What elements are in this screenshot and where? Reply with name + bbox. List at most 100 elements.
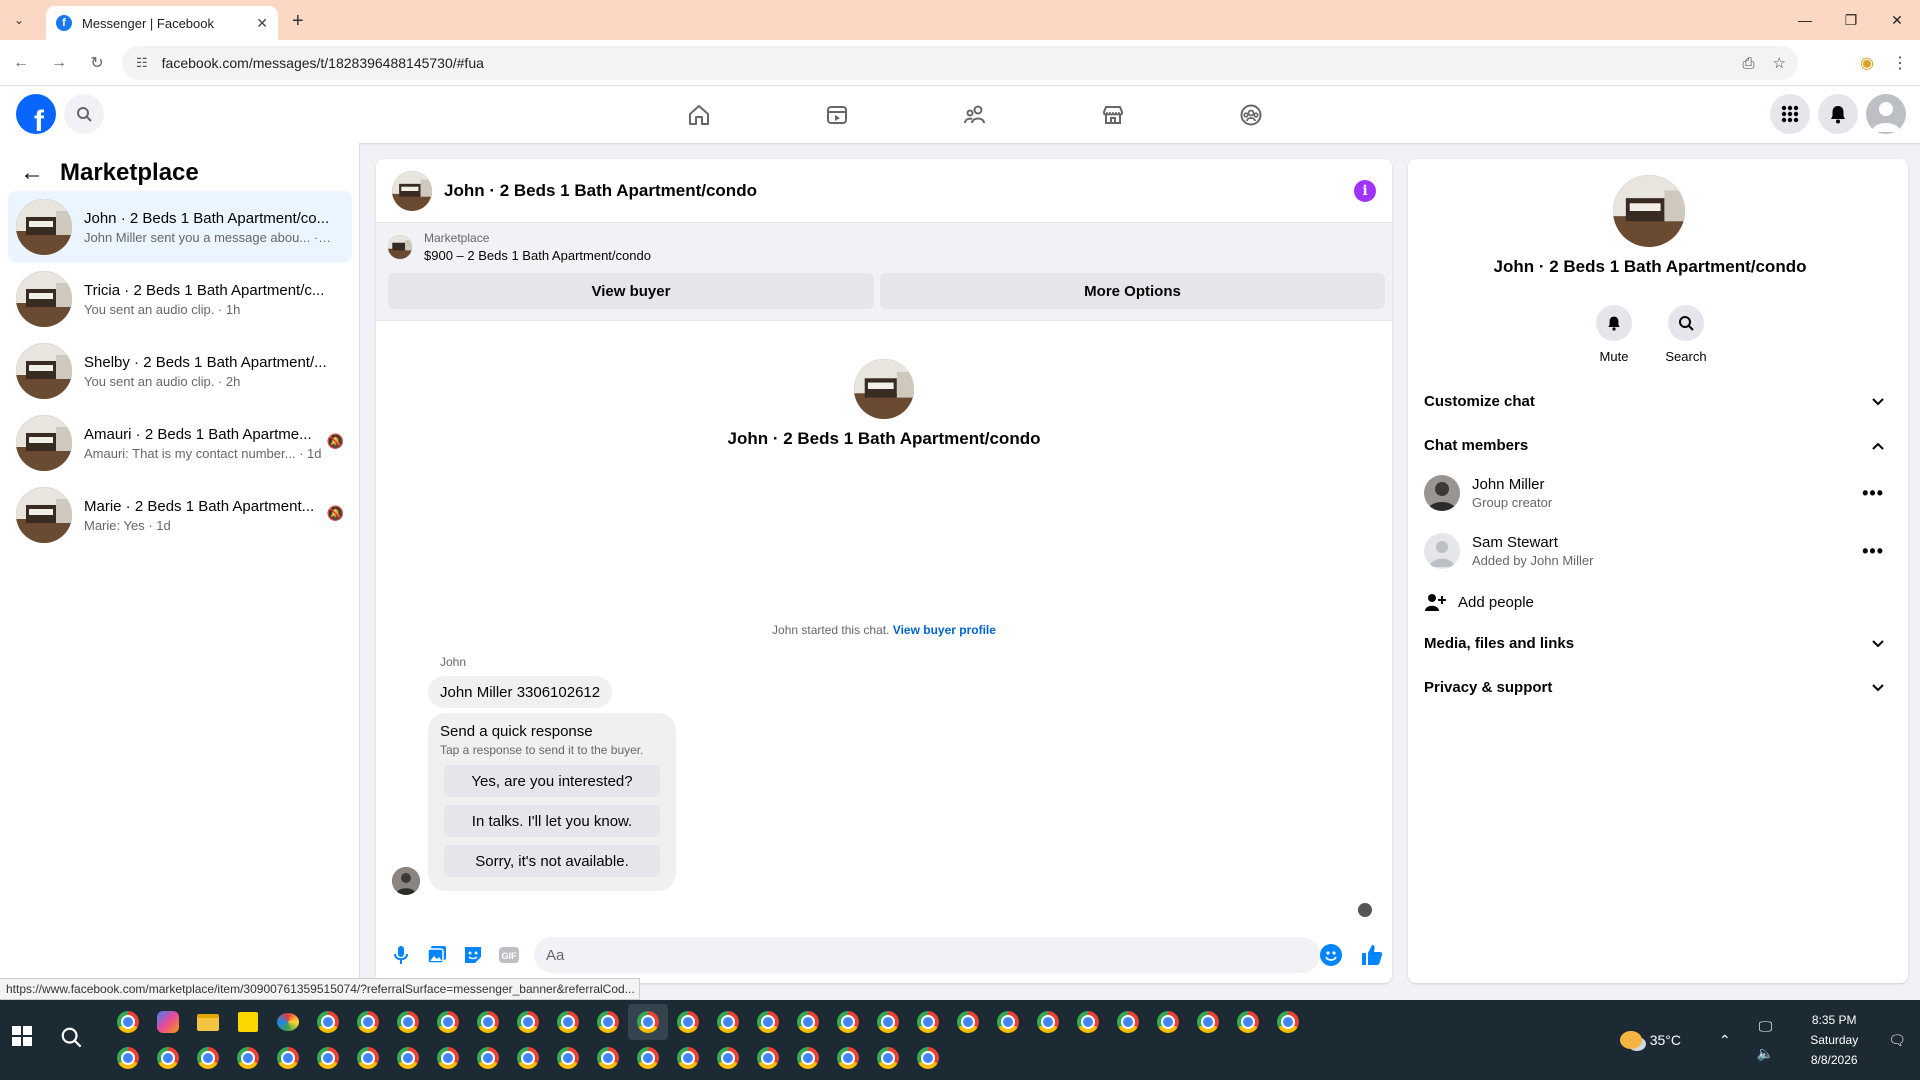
taskbar-chrome-icon[interactable] <box>788 1040 828 1076</box>
facebook-logo-icon[interactable]: f <box>16 94 56 134</box>
microphone-icon[interactable] <box>390 944 412 966</box>
taskbar-chrome-icon[interactable] <box>748 1004 788 1040</box>
member-row[interactable]: John Miller Group creator ••• <box>1424 465 1892 521</box>
taskbar-chrome-icon[interactable] <box>828 1004 868 1040</box>
taskbar-chrome-icon[interactable] <box>908 1040 948 1076</box>
conversation-item[interactable]: Amauri · 2 Beds 1 Bath Apartme... Amauri… <box>8 407 352 479</box>
window-close-icon[interactable]: ✕ <box>1874 0 1920 40</box>
taskbar-chrome-icon[interactable] <box>948 1004 988 1040</box>
nav-marketplace[interactable] <box>1044 86 1182 143</box>
nav-friends[interactable] <box>906 86 1044 143</box>
taskbar-chrome-icon[interactable] <box>468 1004 508 1040</box>
taskbar-chrome-icon[interactable] <box>908 1004 948 1040</box>
taskbar-chrome-icon[interactable] <box>308 1040 348 1076</box>
quick-response-button[interactable]: In talks. I'll let you know. <box>444 805 660 837</box>
taskbar-chrome-icon[interactable] <box>308 1004 348 1040</box>
taskbar-chrome-icon[interactable] <box>628 1040 668 1076</box>
site-info-icon[interactable]: ☷ <box>136 55 148 71</box>
start-button[interactable] <box>12 1026 32 1051</box>
info-icon[interactable]: i <box>1354 179 1376 202</box>
chevron-up-icon[interactable]: ⌃ <box>1719 1032 1731 1049</box>
gif-icon[interactable]: GIF <box>498 944 520 966</box>
conversation-item[interactable]: Tricia · 2 Beds 1 Bath Apartment/c... Yo… <box>8 263 352 335</box>
message-bubble[interactable]: John Miller 3306102612 <box>428 676 613 708</box>
tab-search-icon[interactable]: ⌄ <box>8 9 30 31</box>
forward-icon[interactable]: → <box>42 46 76 80</box>
conversation-item[interactable]: John · 2 Beds 1 Bath Apartment/co... Joh… <box>8 191 352 263</box>
browser-menu-icon[interactable]: ⋮ <box>1892 53 1908 73</box>
weather-widget[interactable]: 35°C <box>1619 1031 1681 1049</box>
install-app-icon[interactable]: ⎙ <box>1743 55 1755 72</box>
notification-center-icon[interactable]: 🗨 <box>1888 1032 1906 1049</box>
taskbar-chrome-icon[interactable] <box>1268 1004 1308 1040</box>
mute-button[interactable]: Mute <box>1594 305 1634 364</box>
more-options-icon[interactable]: ••• <box>1862 483 1884 504</box>
add-people-button[interactable]: Add people <box>1424 584 1534 620</box>
taskbar-chrome-icon[interactable] <box>548 1040 588 1076</box>
sender-avatar[interactable] <box>392 867 420 895</box>
notifications-button[interactable] <box>1818 94 1858 134</box>
facebook-search-button[interactable] <box>64 94 104 134</box>
view-buyer-profile-link[interactable]: View buyer profile <box>893 623 996 637</box>
taskbar-chrome-icon[interactable] <box>1028 1004 1068 1040</box>
chat-info-avatar[interactable] <box>1613 175 1685 247</box>
taskbar-chrome-icon[interactable] <box>1188 1004 1228 1040</box>
media-files-section[interactable]: Media, files and links <box>1424 621 1892 665</box>
taskbar-chrome-icon[interactable] <box>668 1040 708 1076</box>
emoji-icon[interactable] <box>1320 944 1342 966</box>
taskbar-chrome-icon[interactable] <box>108 1004 148 1040</box>
listing-info[interactable]: Marketplace $900 – 2 Beds 1 Bath Apartme… <box>388 231 1380 263</box>
taskbar-chrome-icon[interactable] <box>1068 1004 1108 1040</box>
taskbar-chrome-icon[interactable] <box>868 1004 908 1040</box>
back-arrow-icon[interactable]: ← <box>20 159 44 187</box>
restore-icon[interactable]: ❐ <box>1828 0 1874 40</box>
taskbar-chrome-icon[interactable] <box>708 1004 748 1040</box>
photo-icon[interactable] <box>426 944 448 966</box>
taskbar-chrome-icon[interactable] <box>348 1004 388 1040</box>
more-options-icon[interactable]: ••• <box>1862 541 1884 562</box>
member-row[interactable]: Sam Stewart Added by John Miller ••• <box>1424 523 1892 579</box>
browser-tab[interactable]: f Messenger | Facebook ✕ <box>46 6 278 40</box>
profile-icon[interactable]: ◉ <box>1860 53 1874 73</box>
sticker-icon[interactable] <box>462 944 484 966</box>
nav-groups[interactable] <box>1182 86 1320 143</box>
minimize-icon[interactable]: — <box>1782 0 1828 40</box>
menu-button[interactable] <box>1770 94 1810 134</box>
taskbar-chrome-icon[interactable] <box>108 1040 148 1076</box>
taskbar-chrome-icon[interactable] <box>708 1040 748 1076</box>
taskbar-chrome-icon[interactable] <box>588 1040 628 1076</box>
tab-close-icon[interactable]: ✕ <box>256 15 268 32</box>
sticky-notes-icon[interactable] <box>228 1004 268 1040</box>
bookmark-star-icon[interactable]: ☆ <box>1773 54 1786 72</box>
nav-home[interactable] <box>630 86 768 143</box>
paint-icon[interactable] <box>268 1004 308 1040</box>
volume-icon[interactable]: 🔈 <box>1757 1045 1774 1062</box>
taskbar-chrome-icon[interactable] <box>548 1004 588 1040</box>
taskbar-chrome-icon[interactable] <box>668 1004 708 1040</box>
more-options-button[interactable]: More Options <box>880 273 1385 309</box>
file-explorer-icon[interactable] <box>188 1004 228 1040</box>
new-tab-icon[interactable]: + <box>292 10 304 32</box>
network-icon[interactable]: 🖵 <box>1759 1018 1773 1035</box>
taskbar-chrome-icon[interactable] <box>348 1040 388 1076</box>
privacy-support-section[interactable]: Privacy & support <box>1424 665 1892 709</box>
taskbar-chrome-icon[interactable] <box>588 1004 628 1040</box>
url-field[interactable]: ☷ facebook.com/messages/t/18283964881457… <box>122 46 1798 80</box>
taskbar-chrome-icon[interactable] <box>828 1040 868 1076</box>
taskbar-chrome-icon[interactable] <box>508 1040 548 1076</box>
like-thumbs-up-icon[interactable] <box>1360 943 1384 972</box>
taskbar-chrome-icon[interactable] <box>188 1040 228 1076</box>
taskbar-chrome-icon[interactable] <box>148 1040 188 1076</box>
taskbar-chrome-icon[interactable] <box>788 1004 828 1040</box>
taskbar-chrome-icon[interactable] <box>508 1004 548 1040</box>
chat-title[interactable]: John · 2 Beds 1 Bath Apartment/condo <box>444 181 757 201</box>
copilot-icon[interactable] <box>148 1004 188 1040</box>
taskbar-chrome-icon[interactable] <box>748 1040 788 1076</box>
conversation-item[interactable]: Marie · 2 Beds 1 Bath Apartment... Marie… <box>8 479 352 551</box>
taskbar-chrome-icon[interactable] <box>468 1040 508 1076</box>
account-avatar[interactable] <box>1866 94 1906 134</box>
reload-icon[interactable]: ↻ <box>80 46 114 80</box>
message-input[interactable] <box>534 937 1320 973</box>
taskbar-chrome-icon[interactable] <box>428 1040 468 1076</box>
taskbar-chrome-icon[interactable] <box>628 1004 668 1040</box>
